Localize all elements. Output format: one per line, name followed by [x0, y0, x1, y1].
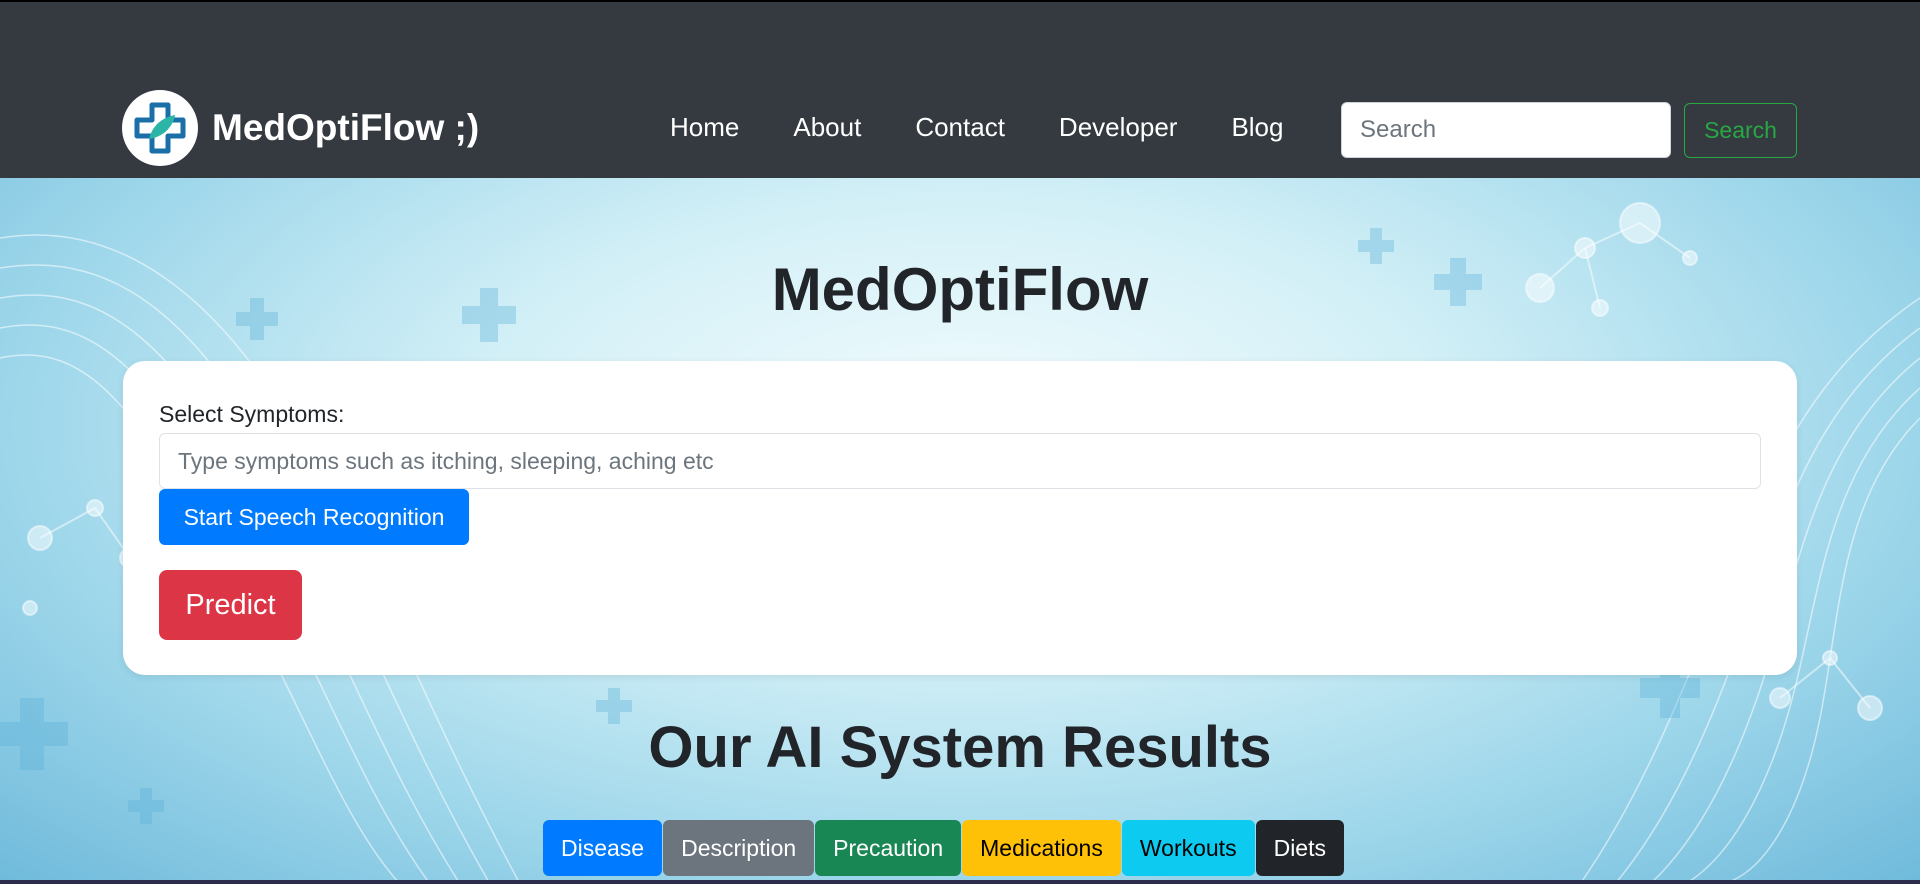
nav-developer[interactable]: Developer: [1059, 112, 1178, 143]
nav-links: Home About Contact Developer Blog: [670, 112, 1337, 143]
brand-name: MedOptiFlow ;): [212, 107, 480, 148]
nav-about[interactable]: About: [793, 112, 861, 143]
workouts-tab-button[interactable]: Workouts: [1121, 820, 1255, 876]
speech-recognition-button[interactable]: Start Speech Recognition: [159, 489, 469, 545]
search-input[interactable]: [1341, 102, 1671, 158]
bottom-border: [0, 880, 1920, 884]
results-title: Our AI System Results: [648, 715, 1272, 780]
navbar: MedOptiFlow ;) Home About Contact Develo…: [0, 2, 1920, 178]
symptoms-input[interactable]: [159, 433, 1761, 489]
medications-tab-button[interactable]: Medications: [962, 820, 1121, 876]
brand[interactable]: MedOptiFlow ;): [122, 90, 479, 166]
search-button[interactable]: Search: [1684, 103, 1797, 158]
nav-home[interactable]: Home: [670, 112, 739, 143]
precaution-tab-button[interactable]: Precaution: [815, 820, 962, 876]
description-tab-button[interactable]: Description: [663, 820, 815, 876]
disease-tab-button[interactable]: Disease: [543, 820, 663, 876]
diets-tab-button[interactable]: Diets: [1255, 820, 1344, 876]
predict-button[interactable]: Predict: [159, 570, 302, 640]
hero-section: MedOptiFlow Select Symptoms: Start Speec…: [0, 178, 1920, 884]
nav-blog[interactable]: Blog: [1231, 112, 1283, 143]
nav-contact[interactable]: Contact: [915, 112, 1005, 143]
medical-cross-logo-icon: [122, 90, 198, 166]
page-title: MedOptiFlow: [771, 256, 1149, 323]
symptoms-label: Select Symptoms:: [159, 401, 345, 427]
symptom-form-card: Select Symptoms: Start Speech Recognitio…: [123, 361, 1797, 675]
results-tabs: Disease Description Precaution Medicatio…: [543, 820, 1345, 876]
